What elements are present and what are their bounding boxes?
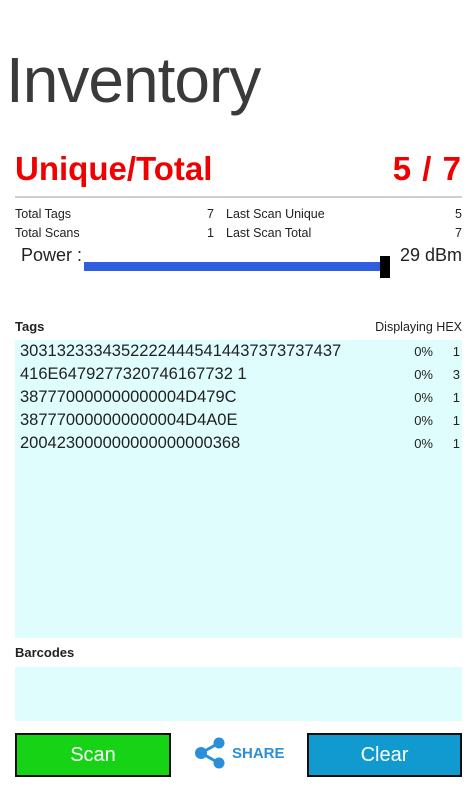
tag-percent: 0%: [414, 390, 433, 405]
clear-button[interactable]: Clear: [307, 733, 462, 777]
stats-row: Total Tags 7 Last Scan Unique 5: [15, 204, 462, 223]
tags-header: Tags Displaying HEX: [15, 316, 462, 334]
barcodes-title: Barcodes: [15, 645, 75, 660]
tag-row[interactable]: 387770000000000004D4A0E 0% 1: [15, 409, 462, 432]
stats-row: Total Scans 1 Last Scan Total 7: [15, 223, 462, 242]
summary-label: Unique/Total: [15, 150, 213, 187]
tag-percent: 0%: [414, 436, 433, 451]
tag-epc: 387770000000000004D4A0E: [20, 411, 238, 429]
page-title: Inventory: [6, 44, 261, 116]
tag-epc: 387770000000000004D479C: [20, 388, 237, 406]
last-scan-unique-label: Last Scan Unique: [226, 206, 325, 221]
power-slider-thumb[interactable]: [379, 256, 390, 278]
power-slider-track[interactable]: [84, 262, 388, 271]
tags-title: Tags: [15, 319, 45, 334]
power-label: Power :: [21, 245, 83, 265]
tag-row[interactable]: 416E6479277320746167732 1 0% 3: [15, 363, 462, 386]
barcodes-list[interactable]: [15, 667, 462, 721]
tag-row[interactable]: 200423000000000000000368 0% 1: [15, 432, 462, 455]
tag-row[interactable]: 30313233343522224445414437373737437 0% 1: [15, 340, 462, 363]
tag-count: 1: [452, 436, 460, 451]
last-scan-unique-value: 5: [455, 206, 462, 221]
last-scan-total-value: 7: [455, 225, 462, 240]
unique-total-summary: Unique/Total 5 / 7: [15, 148, 462, 190]
tag-count: 3: [452, 367, 460, 382]
share-label: SHARE: [232, 744, 285, 762]
scan-button[interactable]: Scan: [15, 733, 171, 777]
last-scan-total-label: Last Scan Total: [226, 225, 312, 240]
tag-count: 1: [452, 390, 460, 405]
tag-percent: 0%: [414, 344, 433, 359]
total-scans-value: 1: [207, 225, 214, 240]
total-tags-label: Total Tags: [15, 206, 72, 221]
tag-epc: 30313233343522224445414437373737437: [20, 342, 342, 360]
share-button[interactable]: SHARE: [192, 733, 292, 773]
tag-count: 1: [452, 344, 460, 359]
tag-row[interactable]: 387770000000000004D479C 0% 1: [15, 386, 462, 409]
total-tags-value: 7: [207, 206, 214, 221]
tag-percent: 0%: [414, 367, 433, 382]
summary-value: 5 / 7: [392, 150, 462, 187]
display-mode-label[interactable]: Displaying HEX: [375, 320, 462, 334]
summary-divider: [15, 196, 462, 198]
tags-list[interactable]: 30313233343522224445414437373737437 0% 1…: [15, 340, 462, 638]
tag-percent: 0%: [414, 413, 433, 428]
share-icon: [195, 737, 225, 769]
power-value: 29 dBm: [399, 245, 462, 265]
total-scans-label: Total Scans: [15, 225, 80, 240]
tag-count: 1: [452, 413, 460, 428]
tag-epc: 200423000000000000000368: [20, 434, 241, 452]
tag-epc: 416E6479277320746167732 1: [20, 365, 247, 383]
scan-stats: Total Tags 7 Last Scan Unique 5 Total Sc…: [15, 204, 462, 242]
